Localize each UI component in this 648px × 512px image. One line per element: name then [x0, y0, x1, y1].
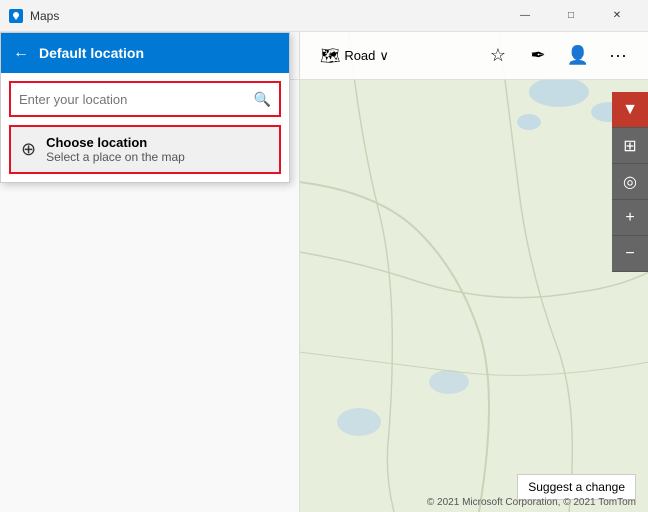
panel-title: Default location	[39, 45, 277, 61]
minus-icon: −	[625, 245, 634, 263]
location-search-container: 🔍	[9, 81, 281, 117]
minimize-button[interactable]: —	[502, 0, 548, 32]
grid-view-button[interactable]: ⊞	[612, 128, 648, 164]
more-button[interactable]: ···	[600, 38, 636, 74]
road-label: Road	[344, 48, 375, 63]
profile-icon: 👤	[567, 45, 589, 66]
map-controls: ▼ ⊞ ◎ + −	[612, 92, 648, 272]
back-button[interactable]: ←	[13, 44, 29, 62]
choose-location-label: Choose location	[46, 135, 185, 150]
pen-button[interactable]: ✒	[520, 38, 556, 74]
app-body: 🔍 ☆ Default location ✕ ← Default locatio…	[0, 32, 648, 512]
my-location-button[interactable]: ◎	[612, 164, 648, 200]
more-icon: ···	[609, 45, 627, 66]
app-icon	[8, 8, 24, 24]
profile-button[interactable]: 👤	[560, 38, 596, 74]
chevron-down-icon: ∨	[379, 48, 389, 64]
map-background	[300, 32, 648, 512]
copyright-text: © 2021 Microsoft Corporation, © 2021 Tom…	[427, 497, 636, 508]
zoom-in-button[interactable]: +	[612, 200, 648, 236]
compass-button[interactable]: ▼	[612, 92, 648, 128]
pen-icon: ✒	[530, 45, 545, 66]
window-title: Maps	[30, 9, 502, 23]
choose-location-sub: Select a place on the map	[46, 150, 185, 164]
compass-icon: ▼	[622, 101, 638, 119]
map-toolbar: 🗺 Road ∨ ☆ ✒ 👤 ···	[300, 32, 648, 80]
zoom-out-button[interactable]: −	[612, 236, 648, 272]
choose-location-icon: ⊕	[21, 139, 36, 160]
road-icon: 🗺	[320, 46, 340, 66]
maximize-button[interactable]: □	[548, 0, 594, 32]
sidebar: 🔍 ☆ Default location ✕ ← Default locatio…	[0, 32, 300, 512]
map-area[interactable]: 🗺 Road ∨ ☆ ✒ 👤 ··· ▼ ⊞	[300, 32, 648, 512]
default-location-panel: ← Default location 🔍 ⊕ Choose location S…	[0, 32, 290, 183]
search-icon: 🔍	[254, 91, 271, 108]
location-search-input[interactable]	[19, 92, 254, 107]
grid-icon: ⊞	[623, 136, 636, 156]
choose-location-item[interactable]: ⊕ Choose location Select a place on the …	[9, 125, 281, 174]
star-icon: ☆	[490, 45, 506, 66]
title-bar: Maps — □ ✕	[0, 0, 648, 32]
plus-icon: +	[625, 209, 634, 227]
choose-location-text: Choose location Select a place on the ma…	[46, 135, 185, 164]
favorite-map-button[interactable]: ☆	[480, 38, 516, 74]
road-view-button[interactable]: 🗺 Road ∨	[312, 42, 397, 70]
panel-header: ← Default location	[1, 33, 289, 73]
window-controls: — □ ✕	[502, 0, 640, 32]
close-button[interactable]: ✕	[594, 0, 640, 32]
location-icon: ◎	[623, 172, 637, 192]
